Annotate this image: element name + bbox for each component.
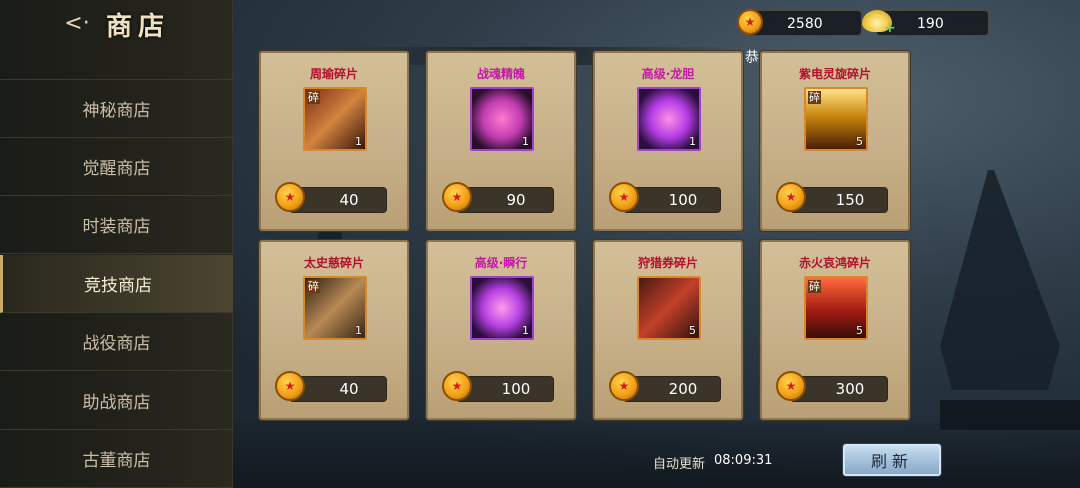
item-count: 1: [355, 324, 362, 337]
coin-icon: [442, 371, 472, 401]
notice-text: 恭: [745, 50, 759, 66]
item-icon: 碎 1: [303, 87, 367, 151]
shop-item-card[interactable]: 赤火哀鸿碎片 碎 5 300: [760, 240, 910, 420]
item-price: 90: [506, 191, 526, 209]
item-count: 1: [689, 135, 696, 148]
back-arrow-icon: <·: [64, 10, 90, 36]
item-name: 紫电灵旋碎片: [798, 67, 871, 81]
fragment-badge: 碎: [307, 91, 320, 104]
coin-icon: [776, 371, 806, 401]
coin-icon: [442, 182, 472, 212]
sidebar-item-fashion-shop[interactable]: 时装商店: [0, 196, 233, 254]
fragment-badge: 碎: [808, 91, 821, 104]
shop-item-card[interactable]: 战魂精魄 1 90: [426, 51, 576, 231]
sidebar-item-assist-shop[interactable]: 助战商店: [0, 372, 233, 430]
add-ingot-icon[interactable]: +: [884, 20, 896, 36]
sidebar-item-campaign-shop[interactable]: 战役商店: [0, 313, 233, 371]
coin-balance: 2580: [748, 10, 862, 36]
item-icon: 碎 1: [303, 276, 367, 340]
shop-item-card[interactable]: 高级·龙胆 1 100: [593, 51, 743, 231]
item-count: 5: [856, 324, 863, 337]
item-price: 40: [339, 191, 359, 209]
item-name: 高级·瞬行: [474, 256, 528, 270]
auto-refresh-timer: 08:09:31: [714, 453, 773, 468]
back-button[interactable]: <·: [62, 9, 92, 37]
sidebar-item-awaken-shop[interactable]: 觉醒商店: [0, 138, 233, 196]
shop-item-card[interactable]: 太史慈碎片 碎 1 40: [259, 240, 409, 420]
item-count: 1: [522, 135, 529, 148]
item-icon: 1: [637, 87, 701, 151]
item-icon: 碎 5: [804, 87, 868, 151]
coin-icon: [609, 371, 639, 401]
coin-icon: [737, 9, 763, 35]
item-icon: 1: [470, 276, 534, 340]
item-icon: 1: [470, 87, 534, 151]
coin-icon: [275, 371, 305, 401]
sidebar-item-arena-shop[interactable]: 竞技商店: [0, 255, 233, 313]
sidebar-item-mystery-shop[interactable]: 神秘商店: [0, 80, 233, 138]
item-price: 300: [835, 380, 865, 398]
fragment-badge: 碎: [808, 280, 821, 293]
item-icon: 碎 5: [804, 276, 868, 340]
coin-icon: [275, 182, 305, 212]
item-price: 150: [835, 191, 865, 209]
page-title: 商店: [106, 12, 171, 42]
refresh-button[interactable]: 刷新: [843, 444, 941, 476]
coin-icon: [776, 182, 806, 212]
shop-item-card[interactable]: 高级·瞬行 1 100: [426, 240, 576, 420]
shop-item-card[interactable]: 狩猎券碎片 5 200: [593, 240, 743, 420]
item-name: 周瑜碎片: [309, 67, 358, 81]
item-price: 100: [668, 191, 698, 209]
item-price: 100: [501, 380, 531, 398]
shop-sidebar: <· 商店 神秘商店 觉醒商店 时装商店 竞技商店 战役商店 助战商店 古董商店: [0, 0, 233, 488]
item-name: 狩猎券碎片: [637, 256, 698, 270]
sidebar-item-antique-shop[interactable]: 古董商店: [0, 430, 233, 488]
item-name: 赤火哀鸿碎片: [798, 256, 871, 270]
item-icon: 5: [637, 276, 701, 340]
item-count: 1: [522, 324, 529, 337]
item-count: 5: [856, 135, 863, 148]
item-count: 1: [355, 135, 362, 148]
shop-item-card[interactable]: 紫电灵旋碎片 碎 5 150: [760, 51, 910, 231]
shop-item-card[interactable]: 周瑜碎片 碎 1 40: [259, 51, 409, 231]
item-name: 太史慈碎片: [303, 256, 364, 270]
item-name: 战魂精魄: [476, 67, 525, 81]
fragment-badge: 碎: [307, 280, 320, 293]
item-count: 5: [689, 324, 696, 337]
sidebar-item-hidden[interactable]: [0, 40, 233, 80]
auto-refresh-label: 自动更新: [653, 457, 706, 472]
item-price: 200: [668, 380, 698, 398]
item-price: 40: [339, 380, 359, 398]
item-name: 高级·龙胆: [641, 67, 695, 81]
coin-icon: [609, 182, 639, 212]
